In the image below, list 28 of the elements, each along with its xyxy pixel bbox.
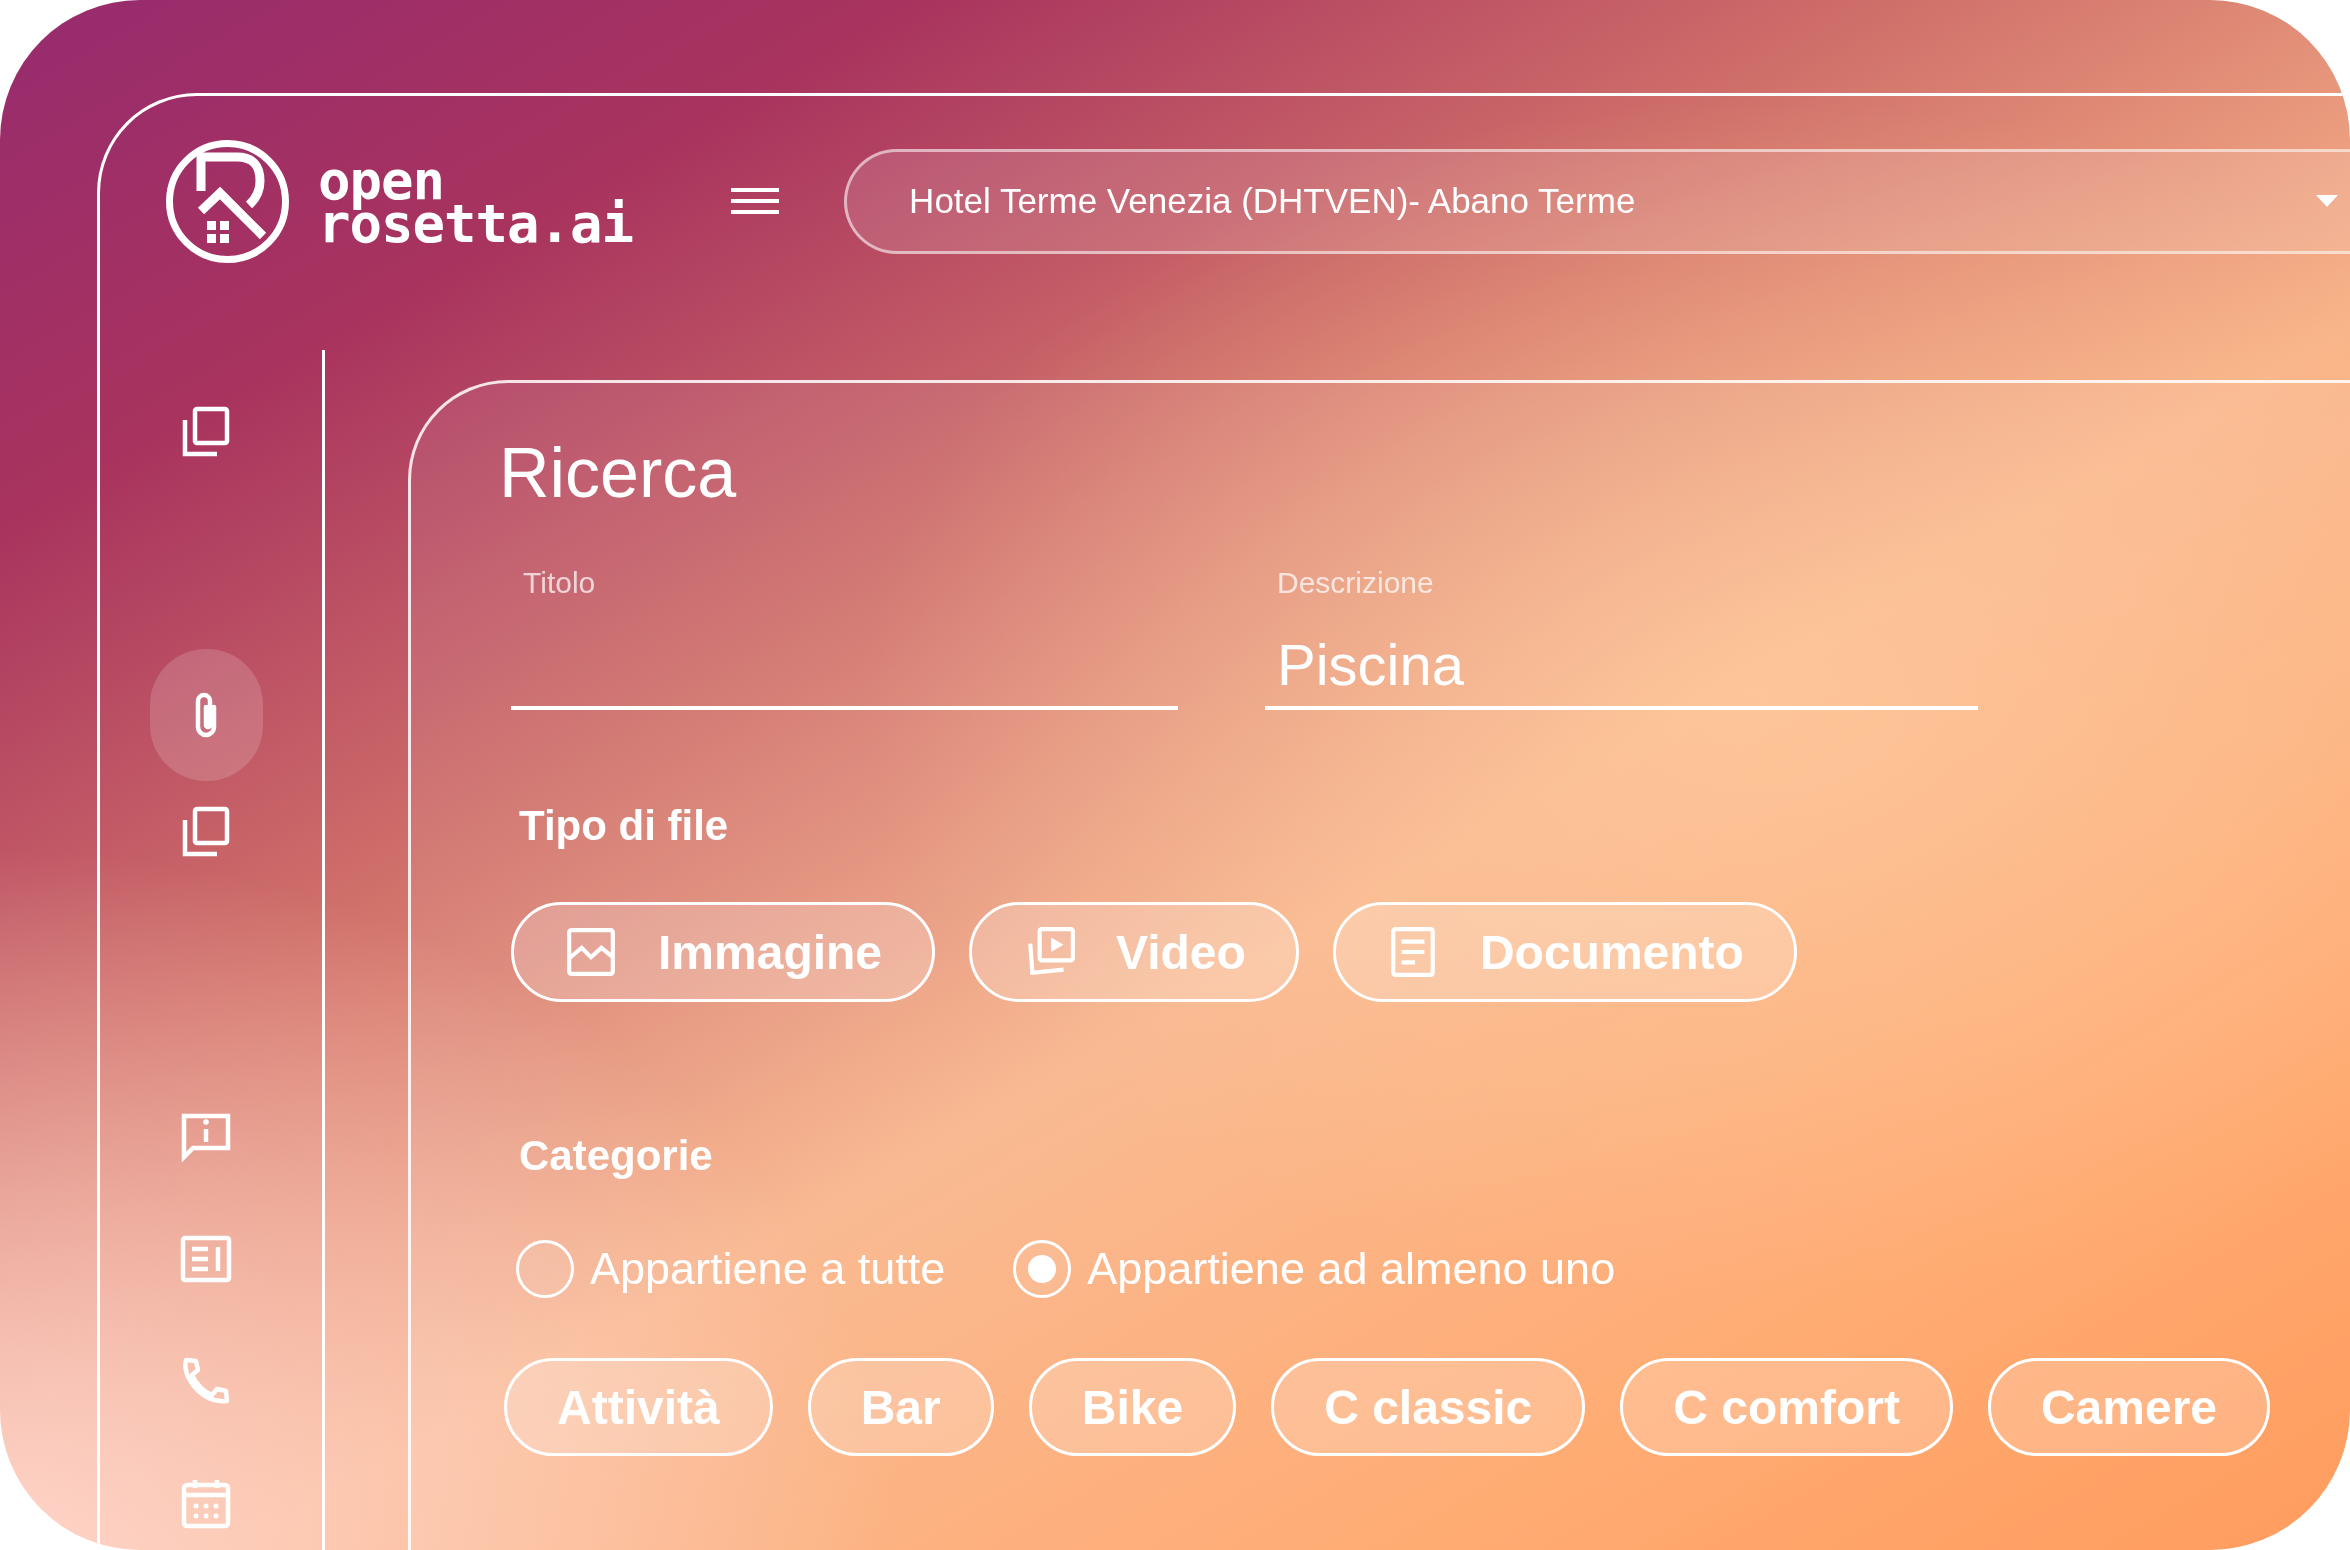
file-type-chip[interactable]: Documento: [1332, 902, 1797, 1002]
article-icon: [180, 1233, 232, 1285]
hotel-dropdown[interactable]: Hotel Terme Venezia (DHTVEN)- Abano Terme: [844, 148, 2350, 254]
category-chip[interactable]: Bar: [807, 1358, 994, 1456]
info-chat-icon: [180, 1111, 232, 1163]
category-chip[interactable]: Attività: [504, 1358, 773, 1456]
calendar-icon: [180, 1477, 232, 1529]
radio-label[interactable]: Appartiene a tutte: [590, 1243, 946, 1295]
text-field[interactable]: Titolo: [511, 566, 1178, 710]
section-label: Tipo di file: [519, 802, 730, 850]
category-chip[interactable]: C classic: [1271, 1358, 1586, 1456]
text-field[interactable]: Descrizione Piscina: [1265, 566, 1978, 710]
copy-icon: [180, 806, 232, 858]
house-logo-icon: [165, 138, 290, 264]
section-label: Categorie: [519, 1132, 714, 1180]
image-icon: [564, 925, 618, 979]
radio-button[interactable]: [516, 1240, 574, 1298]
radio-label[interactable]: Appartiene ad almeno uno: [1087, 1243, 1616, 1295]
category-chip[interactable]: Bike: [1028, 1358, 1237, 1456]
card-title: Ricerca: [499, 438, 738, 508]
caret-icon: [2316, 195, 2338, 207]
file-type-chip[interactable]: Video: [969, 902, 1299, 1002]
menu-button[interactable]: [731, 188, 780, 214]
file-type-chip[interactable]: Immagine: [511, 902, 936, 1002]
category-chip[interactable]: C comfort: [1620, 1358, 1953, 1456]
radio-button[interactable]: [1013, 1240, 1072, 1298]
copy-icon: [180, 406, 232, 458]
category-chip[interactable]: Camere: [1987, 1358, 2271, 1456]
